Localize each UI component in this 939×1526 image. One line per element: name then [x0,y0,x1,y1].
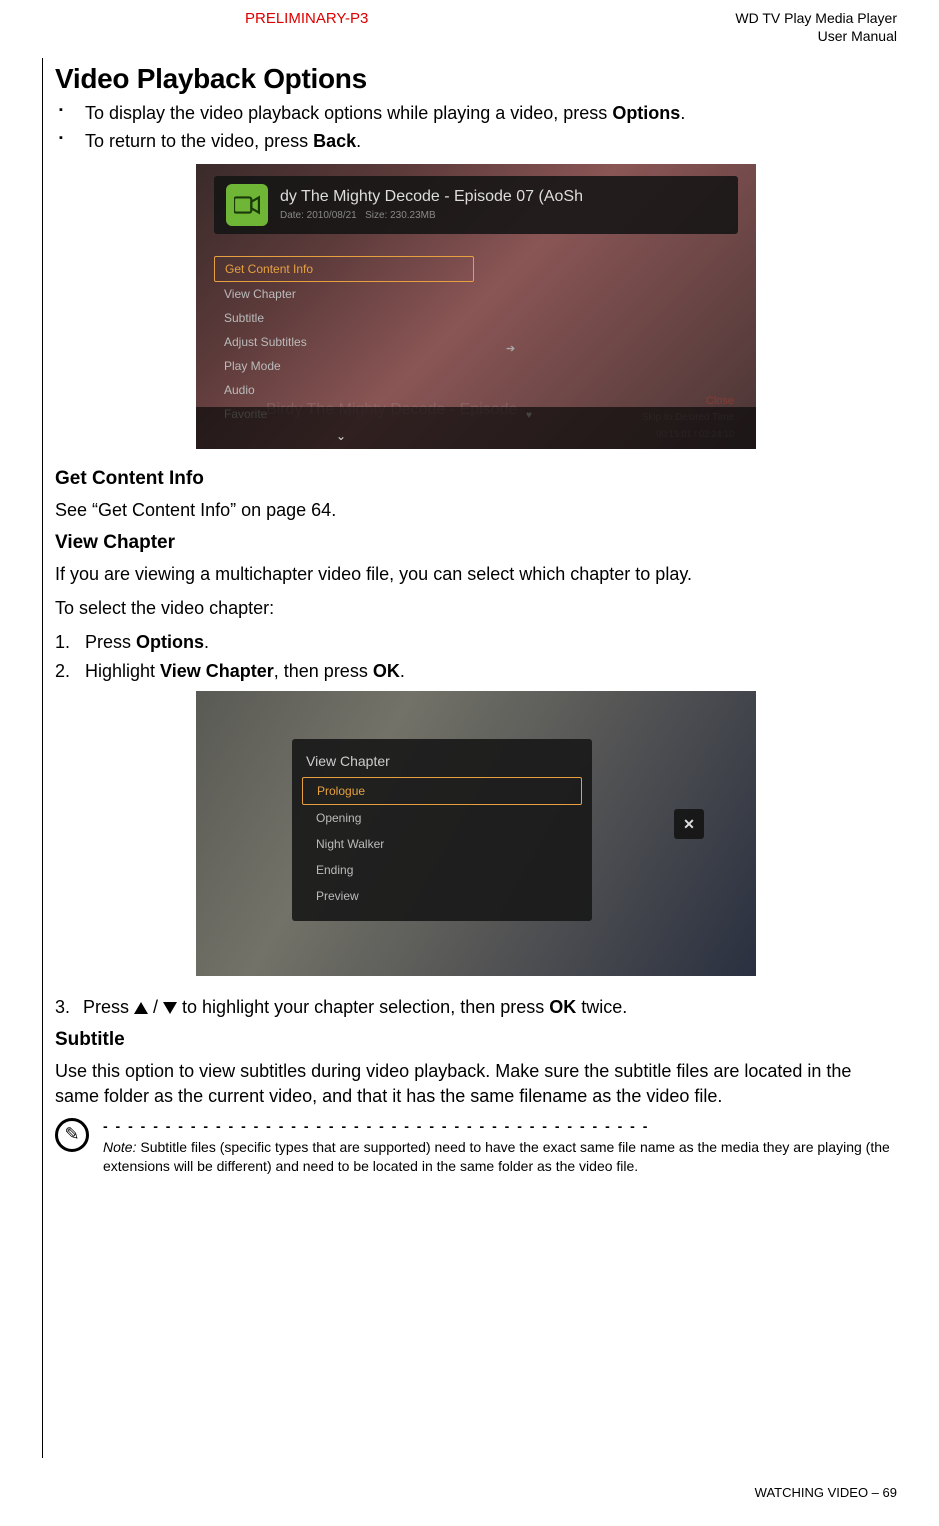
screenshot-playback-options: dy The Mighty Decode - Episode 07 (AoSh … [196,164,756,449]
down-arrow-icon [163,1002,177,1014]
view-chapter-steps: Press Options. Highlight View Chapter, t… [55,630,897,683]
product-title: WD TV Play Media Player User Manual [735,10,897,45]
intro-bullet-2: To return to the video, press Back. [55,129,897,153]
shot1-bottom-bar [196,407,756,449]
note-text: Note: Subtitle files (specific types tha… [103,1138,897,1176]
heading-subtitle: Subtitle [55,1029,897,1051]
shot1-menu-item: Subtitle [214,306,474,330]
shot1-menu-item: View Chapter [214,282,474,306]
shot2-chapter-item: Night Walker [302,831,582,857]
shot1-video-title: dy The Mighty Decode - Episode 07 (AoSh [280,188,726,206]
shot2-chapter-item: Preview [302,883,582,909]
page-footer: WATCHING VIDEO – 69 [755,1485,897,1500]
shot1-close-label: Close [706,395,734,407]
chevron-down-icon: ⌄ [336,429,346,443]
subtitle-text: Use this option to view subtitles during… [55,1059,897,1108]
shot2-panel-title: View Chapter [292,749,592,777]
view-chapter-p2: To select the video chapter: [55,596,897,620]
left-margin-rule [42,58,43,1458]
arrow-right-icon: ➔ [506,342,515,355]
product-line-2: User Manual [818,28,897,44]
heading-get-content-info: Get Content Info [55,468,897,490]
shot2-chapter-item: Opening [302,805,582,831]
step-3: 3.Press / to highlight your chapter sele… [55,995,897,1019]
screenshot-view-chapter: View Chapter Prologue Opening Night Walk… [196,691,756,976]
step-2: Highlight View Chapter, then press OK. [55,659,897,683]
preliminary-stamp: PRELIMINARY-P3 [245,10,368,27]
intro-bullet-1: To display the video playback options wh… [55,101,897,125]
video-icon [226,184,268,226]
shot1-menu-item: Adjust Subtitles [214,330,474,354]
page-header: PRELIMINARY-P3 WD TV Play Media Player U… [55,10,897,45]
shot1-menu-item: Play Mode [214,354,474,378]
shot1-meta: Date: 2010/08/21 Size: 230.23MB [280,210,726,221]
heading-view-chapter: View Chapter [55,532,897,554]
note-icon: ✎ [55,1118,89,1152]
shot1-topbar: dy The Mighty Decode - Episode 07 (AoSh … [214,176,738,234]
step-1: Press Options. [55,630,897,654]
intro-bullets: To display the video playback options wh… [55,101,897,154]
view-chapter-p1: If you are viewing a multichapter video … [55,562,897,586]
up-arrow-icon [134,1002,148,1014]
shot2-chapter-panel: View Chapter Prologue Opening Night Walk… [292,739,592,921]
shot2-chapter-item: Ending [302,857,582,883]
product-line-1: WD TV Play Media Player [735,10,897,26]
shot1-menu-item: Get Content Info [214,256,474,282]
note-block: ✎ - - - - - - - - - - - - - - - - - - - … [55,1118,897,1176]
close-icon: ✕ [674,809,704,839]
shot1-menu-item: Audio [214,378,474,402]
shot2-chapter-item: Prologue [302,777,582,805]
get-content-info-text: See “Get Content Info” on page 64. [55,498,897,522]
note-divider: - - - - - - - - - - - - - - - - - - - - … [103,1118,897,1134]
page-title: Video Playback Options [55,63,897,95]
